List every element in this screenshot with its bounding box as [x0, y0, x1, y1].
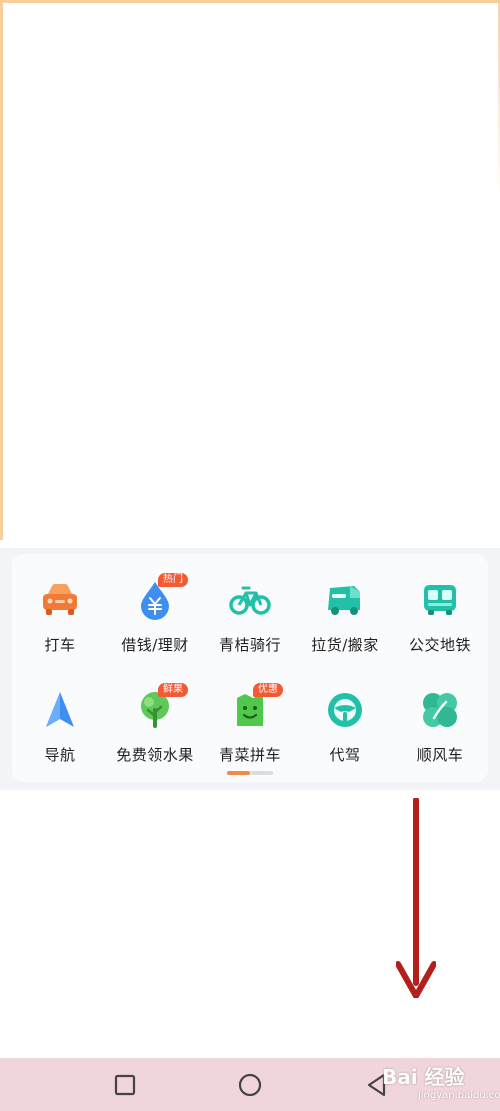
services-grid: 打车 热门 借钱/理财 青桔骑行 拉货/搬家 公交地铁 导航 鲜果 免费领水果 … [12, 554, 488, 782]
page-indicator-inactive [250, 771, 273, 775]
service-label: 代驾 [329, 746, 361, 764]
service-label: 免费领水果 [116, 746, 194, 764]
watermark-text: Bai 经验 [382, 1065, 465, 1089]
navigation-arrow-icon [38, 688, 82, 732]
fresh-fruit-badge: 鲜果 [158, 683, 188, 697]
bicycle-icon [228, 578, 272, 622]
service-taxi[interactable]: 打车 [12, 578, 108, 668]
money-drop-icon: 热门 [133, 573, 188, 622]
service-transit[interactable]: 公交地铁 [392, 578, 488, 668]
page-indicator [227, 771, 273, 775]
bus-icon [418, 578, 462, 622]
service-label: 青菜拼车 [218, 746, 281, 764]
home-button[interactable] [235, 1070, 265, 1100]
leaf-clover-icon [418, 688, 462, 732]
service-loan[interactable]: 热门 借钱/理财 [107, 573, 203, 668]
recent-apps-button[interactable] [110, 1070, 140, 1100]
service-label: 公交地铁 [408, 636, 471, 654]
discount-badge: 优惠 [253, 683, 283, 697]
truck-icon [323, 578, 367, 622]
tree-icon: 鲜果 [133, 683, 188, 732]
service-designated-driver[interactable]: 代驾 [297, 688, 393, 778]
service-label: 打车 [44, 636, 76, 654]
watermark-url: jingyan.baidu.com [418, 1090, 500, 1101]
service-bike[interactable]: 青桔骑行 [202, 578, 298, 668]
smiley-bag-icon: 优惠 [228, 683, 283, 732]
baidu-jingyan-watermark: Bai 经验 jingyan.baidu.com [378, 1060, 500, 1106]
service-label: 借钱/理财 [121, 636, 189, 654]
car-icon [38, 578, 82, 622]
steering-wheel-icon [323, 688, 367, 732]
services-band: 打车 热门 借钱/理财 青桔骑行 拉货/搬家 公交地铁 导航 鲜果 免费领水果 … [0, 548, 500, 790]
service-label: 顺风车 [416, 746, 464, 764]
page-indicator-active [227, 771, 250, 775]
service-free-fruit[interactable]: 鲜果 免费领水果 [107, 683, 203, 778]
down-arrow-annotation [396, 798, 436, 998]
service-carpool[interactable]: 优惠 青菜拼车 [202, 683, 298, 778]
square-icon [114, 1074, 136, 1096]
service-hitch-ride[interactable]: 顺风车 [392, 688, 488, 778]
hot-badge: 热门 [158, 573, 188, 587]
service-label: 导航 [44, 746, 76, 764]
content-area [0, 0, 500, 540]
service-label: 青桔骑行 [218, 636, 281, 654]
circle-icon [238, 1073, 262, 1097]
service-navigation[interactable]: 导航 [12, 688, 108, 778]
service-label: 拉货/搬家 [311, 636, 379, 654]
service-freight[interactable]: 拉货/搬家 [297, 578, 393, 668]
